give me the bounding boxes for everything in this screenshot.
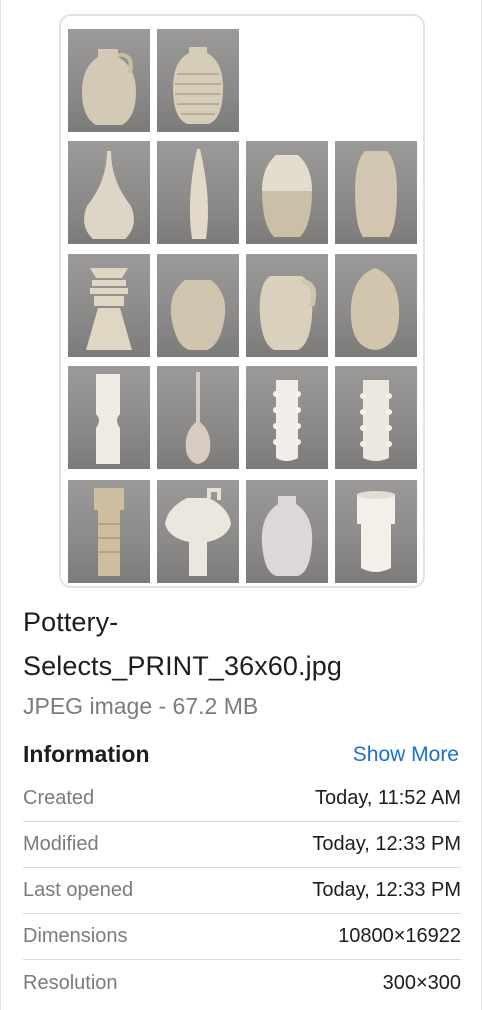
vase-thumbnail — [246, 141, 328, 244]
vase-thumbnail — [246, 480, 328, 583]
vase-thumbnail — [68, 366, 150, 469]
info-label: Resolution — [23, 971, 118, 994]
info-row-created: Created Today, 11:52 AM — [23, 776, 461, 822]
file-name-line-2: Selects_PRINT_36x60.jpg — [23, 651, 342, 681]
info-value: 10800×16922 — [338, 925, 461, 947]
vase-thumbnail — [246, 366, 328, 469]
vase-thumbnail — [335, 141, 417, 244]
vase-thumbnail — [68, 480, 150, 583]
vase-thumbnail — [157, 29, 239, 132]
image-preview[interactable] — [59, 14, 425, 588]
file-name: Pottery- Selects_PRINT_36x60.jpg — [23, 600, 463, 688]
vase-thumbnail — [157, 366, 239, 469]
info-row-dimensions: Dimensions 10800×16922 — [23, 914, 461, 960]
info-value: Today, 11:52 AM — [314, 787, 461, 809]
vase-thumbnail — [335, 480, 417, 583]
vase-thumbnail — [246, 254, 328, 357]
vase-thumbnail — [68, 29, 150, 132]
information-heading: Information — [23, 741, 150, 767]
file-name-line-1: Pottery- — [23, 607, 119, 637]
show-more-link[interactable]: Show More — [353, 740, 459, 770]
info-label: Dimensions — [23, 925, 128, 947]
info-row-last-opened: Last opened Today, 12:33 PM — [23, 868, 461, 914]
vase-thumbnail — [68, 141, 150, 244]
info-value: Today, 12:33 PM — [312, 833, 461, 855]
info-row-resolution: Resolution 300×300 — [23, 960, 461, 1006]
vase-thumbnail — [335, 366, 417, 469]
info-label: Last opened — [23, 879, 134, 901]
info-value: Today, 12:33 PM — [312, 879, 461, 901]
vase-thumbnail — [157, 254, 239, 357]
vase-thumbnail — [157, 141, 239, 244]
info-label: Created — [23, 787, 95, 809]
info-value: 300×300 — [382, 971, 461, 994]
vase-thumbnail — [157, 480, 239, 583]
info-label: Modified — [23, 833, 99, 855]
vase-thumbnail — [68, 254, 150, 357]
info-row-modified: Modified Today, 12:33 PM — [23, 822, 461, 868]
vase-thumbnail — [335, 254, 417, 357]
file-kind-size: JPEG image - 67.2 MB — [23, 693, 259, 719]
file-info-panel: Pottery- Selects_PRINT_36x60.jpg JPEG im… — [0, 0, 482, 1010]
